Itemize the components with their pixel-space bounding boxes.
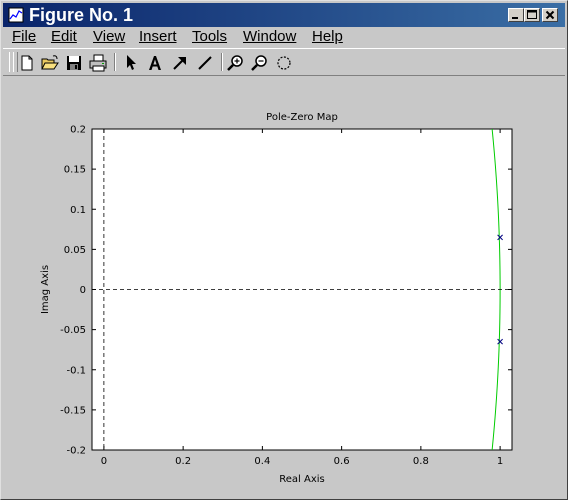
x-axis-label: Real Axis	[279, 474, 324, 485]
menu-window-label: Window	[243, 28, 297, 45]
rotate-3d-button[interactable]	[273, 52, 295, 74]
zoom-out-button[interactable]	[249, 52, 271, 74]
insert-arrow-button[interactable]	[169, 52, 191, 74]
menu-help-label: Help	[312, 28, 343, 45]
close-icon	[545, 10, 555, 20]
y-tick-label: -0.15	[60, 405, 86, 416]
y-tick-label: 0.05	[64, 245, 86, 256]
menu-file-label: File	[12, 28, 37, 45]
zoom-in-icon	[227, 55, 243, 71]
print-button[interactable]	[87, 52, 109, 74]
x-tick-label: 0.4	[254, 456, 270, 467]
figure-canvas: 0 0.2 0.4 0.6 0.8 1 0.2 0.15 0.1 0.05 0 -0.05 -0.1 -0…	[3, 77, 565, 497]
chart-title: Pole-Zero Map	[266, 112, 338, 123]
menu-edit-label: Edit	[51, 28, 77, 45]
new-figure-button[interactable]	[16, 52, 38, 74]
window-title: Figure No. 1	[29, 5, 134, 25]
zoom-out-icon	[251, 55, 267, 71]
y-tick-label: -0.2	[66, 446, 86, 457]
menu-insert[interactable]: Insert	[139, 27, 177, 47]
y-tick-label: -0.1	[66, 365, 86, 376]
insert-text-button[interactable]	[144, 52, 166, 74]
minimize-button[interactable]	[508, 8, 524, 22]
figure-toolbar	[3, 48, 565, 76]
y-tick-label: 0.1	[70, 205, 86, 216]
menu-file[interactable]: File	[12, 27, 36, 47]
save-button[interactable]	[63, 52, 85, 74]
menu-tools[interactable]: Tools	[192, 27, 227, 47]
x-tick-label: 0.6	[334, 456, 350, 467]
menu-edit[interactable]: Edit	[51, 27, 77, 47]
toolbar-separator	[114, 53, 116, 71]
y-axis-label: Imag Axis	[40, 265, 51, 314]
rotate-icon	[277, 56, 291, 70]
title-bar[interactable]: Figure No. 1	[3, 3, 565, 27]
close-button[interactable]	[542, 8, 558, 22]
y-tick-label: 0.2	[70, 125, 86, 136]
menu-tools-label: Tools	[192, 28, 228, 45]
arrow-cursor-icon	[127, 55, 136, 70]
insert-line-button[interactable]	[194, 52, 216, 74]
open-button[interactable]	[39, 52, 61, 74]
edit-plot-button[interactable]	[119, 52, 141, 74]
toolbar-separator	[221, 53, 223, 71]
pole-zero-plot: 0 0.2 0.4 0.6 0.8 1 0.2 0.15 0.1 0.05 0 -0.05 -0.1 -0…	[40, 112, 513, 485]
menu-help[interactable]: Help	[312, 27, 343, 47]
menu-insert-label: Insert	[139, 28, 177, 45]
x-tick-label: 0.2	[175, 456, 191, 467]
menu-bar: File Edit View Insert Tools Window Help	[3, 27, 565, 47]
maximize-icon	[527, 10, 537, 19]
matlab-figure-icon	[8, 7, 24, 23]
maximize-button[interactable]	[524, 8, 540, 22]
y-tick-label: -0.05	[60, 325, 86, 336]
diagonal-arrow-icon	[173, 57, 186, 70]
x-tick-label: 0.8	[413, 456, 429, 467]
menu-view[interactable]: View	[93, 27, 125, 47]
printer-icon	[89, 54, 107, 72]
floppy-disk-icon	[67, 56, 81, 70]
zoom-in-button[interactable]	[225, 52, 247, 74]
y-tick-label: 0	[80, 285, 86, 296]
y-tick-label: 0.15	[64, 165, 86, 176]
x-tick-label: 0	[101, 456, 107, 467]
new-file-icon	[21, 55, 33, 71]
menu-view-label: View	[93, 28, 126, 45]
folder-open-icon	[41, 55, 59, 70]
x-tick-label: 1	[497, 456, 503, 467]
menu-window[interactable]: Window	[243, 27, 296, 47]
diagonal-line-icon	[198, 56, 212, 70]
figure-window: Figure No. 1 File Edit View Insert Tools…	[0, 0, 568, 500]
minimize-icon	[512, 17, 518, 19]
text-a-icon	[149, 56, 161, 70]
